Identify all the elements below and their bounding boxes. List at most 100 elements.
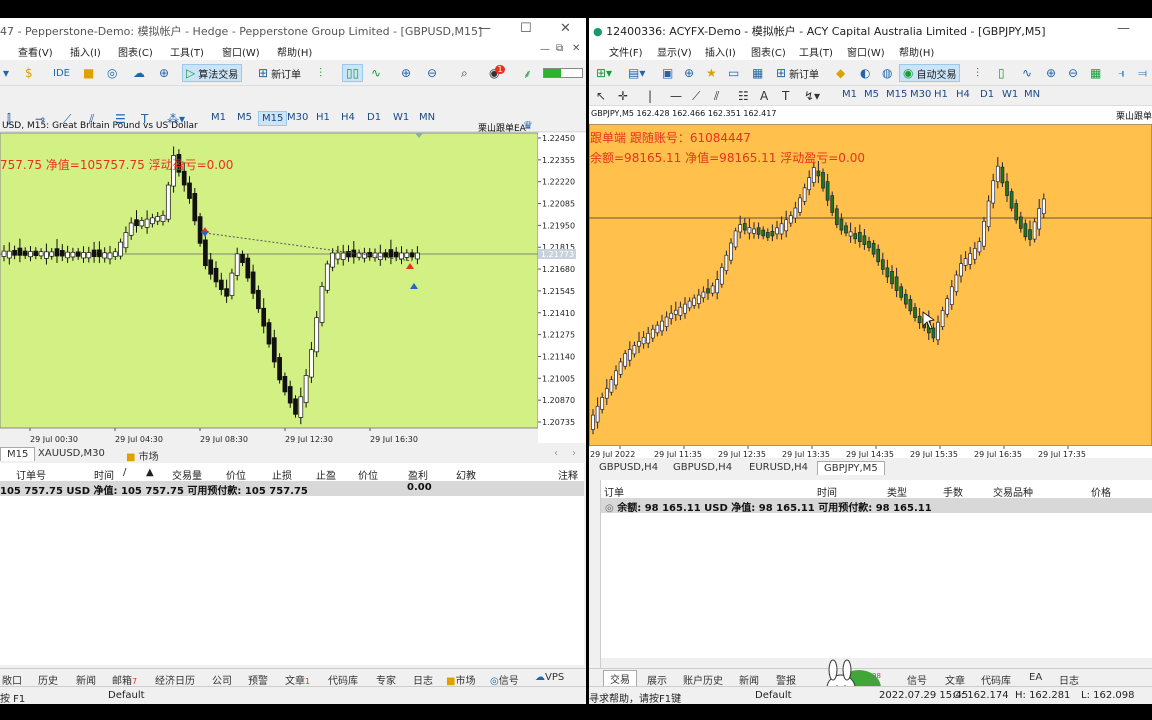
terminal-tab-exposure[interactable]: 展示: [647, 672, 667, 687]
navigator-icon[interactable]: ★: [703, 64, 720, 82]
market-watch-icon[interactable]: ▣: [659, 64, 676, 82]
right-col-lots[interactable]: 手数: [943, 484, 963, 499]
terminal-tab-alerts[interactable]: 警报: [776, 672, 796, 687]
toolbox-tab-alerts[interactable]: 预警: [248, 672, 268, 687]
metaeditor-icon[interactable]: ◆: [833, 64, 848, 82]
menu-tools-right[interactable]: 工具(T): [799, 44, 833, 59]
chart-tab-m15[interactable]: M15: [0, 447, 36, 461]
auto-trading-button[interactable]: ◉ 自动交易: [899, 64, 961, 82]
toolbox-tab-mailbox[interactable]: 邮箱7: [112, 672, 137, 687]
zoom-out-icon[interactable]: ⊖: [424, 64, 440, 82]
right-bar-chart-icon[interactable]: ⫶: [973, 64, 982, 82]
maximize-icon[interactable]: ☐: [520, 21, 532, 36]
market-icon[interactable]: ◐: [857, 64, 873, 82]
toolbox-tab-experts[interactable]: 专家: [376, 672, 396, 687]
right-candle-icon[interactable]: ▯: [995, 64, 1008, 82]
cloud-icon[interactable]: ☁: [130, 64, 148, 82]
new-order-button[interactable]: ⊞ 新订单: [255, 64, 304, 82]
globe-icon[interactable]: ⊕: [156, 64, 172, 82]
mdi-close-icon[interactable]: ✕: [572, 43, 580, 54]
right-col-order[interactable]: 订单: [604, 484, 624, 499]
col-profit[interactable]: 盈利: [408, 467, 428, 482]
zoom-in-icon[interactable]: ⊕: [398, 64, 414, 82]
terminal-tab-signals[interactable]: 信号: [907, 672, 927, 687]
ide-button[interactable]: IDE: [50, 64, 73, 82]
signals-globe-icon[interactable]: ◍: [879, 64, 895, 82]
terminal-side-strip[interactable]: [589, 480, 601, 684]
right-tf-w1[interactable]: W1: [999, 88, 1021, 101]
menu-help[interactable]: 帮助(H): [277, 44, 312, 59]
profiles-icon[interactable]: ▤▾: [625, 64, 648, 82]
right-tf-h4[interactable]: H4: [953, 88, 973, 101]
data-window-icon[interactable]: ⊕: [681, 64, 697, 82]
menu-tools[interactable]: 工具(T): [170, 44, 204, 59]
terminal-tab-articles[interactable]: 文章: [945, 672, 965, 687]
right-tf-m1[interactable]: M1: [839, 88, 860, 101]
algo-trading-button[interactable]: ▷ 算法交易: [182, 64, 243, 82]
menu-help-right[interactable]: 帮助(H): [899, 44, 934, 59]
toolbox-tab-exposure[interactable]: 敞口: [2, 672, 22, 687]
toolbox-tab-vps[interactable]: ☁VPS: [535, 672, 564, 683]
terminal-tab-journal[interactable]: 日志: [1059, 672, 1079, 687]
right-trendline-icon[interactable]: ⟋: [689, 87, 703, 105]
tile-icon[interactable]: ▦: [1087, 64, 1104, 82]
menu-insert[interactable]: 插入(I): [70, 44, 101, 59]
right-zoom-out-icon[interactable]: ⊖: [1065, 64, 1081, 82]
menu-window[interactable]: 窗口(W): [222, 44, 260, 59]
right-tf-m5[interactable]: M5: [861, 88, 882, 101]
candle-chart-icon[interactable]: ▯▯: [342, 64, 364, 82]
right-vline-icon[interactable]: |: [645, 87, 655, 105]
toolbox-tab-calendar[interactable]: 经济日历: [155, 672, 195, 687]
menu-window-right[interactable]: 窗口(W): [847, 44, 885, 59]
toolbox-tab-articles[interactable]: 文章1: [285, 672, 310, 687]
menu-view[interactable]: 查看(V): [18, 44, 53, 59]
new-chart-icon[interactable]: ⊞▾: [593, 64, 615, 82]
toolbox-tab-history[interactable]: 历史: [38, 672, 58, 687]
col-price[interactable]: 价位: [226, 467, 246, 482]
terminal-tab-ea[interactable]: EA: [1029, 672, 1042, 683]
crosshair-icon[interactable]: ✛: [615, 87, 631, 105]
line-chart-icon[interactable]: ∿: [368, 64, 384, 82]
indicator-icon[interactable]: ⸙: [520, 64, 535, 82]
menu-file[interactable]: 文件(F): [609, 44, 643, 59]
toolbox-tab-journal[interactable]: 日志: [413, 672, 433, 687]
col-time[interactable]: 时间: [94, 467, 114, 482]
right-arrows-icon[interactable]: ↯▾: [801, 87, 823, 105]
right-col-symbol[interactable]: 交易品种: [993, 484, 1033, 499]
tester-icon[interactable]: ▦: [749, 64, 766, 82]
notifications-icon[interactable]: ◉ 1: [486, 64, 508, 82]
cursor-icon[interactable]: ↖: [593, 87, 609, 105]
autoscroll-icon[interactable]: ⫣: [1115, 64, 1128, 82]
left-price-chart[interactable]: 1.22450 1.22355 1.22220 1.22085 1.21950 1.218…: [0, 115, 586, 443]
right-chart-tab-eurusd[interactable]: EURUSD,H4: [743, 461, 814, 474]
right-line-icon[interactable]: ∿: [1019, 64, 1035, 82]
right-tf-h1[interactable]: H1: [931, 88, 951, 101]
right-label-icon[interactable]: T: [779, 87, 792, 105]
terminal-tab-history[interactable]: 账户历史: [683, 672, 723, 687]
right-chart-tab-gbpusd-1[interactable]: GBPUSD,H4: [593, 461, 664, 474]
close-icon[interactable]: ✕: [560, 21, 571, 36]
dollar-icon[interactable]: $: [22, 64, 36, 82]
menu-display[interactable]: 显示(V): [657, 44, 692, 59]
search-icon[interactable]: ⌕: [458, 64, 471, 82]
right-zoom-in-icon[interactable]: ⊕: [1043, 64, 1059, 82]
col-volume[interactable]: 交易量: [172, 467, 202, 482]
right-price-chart[interactable]: 29 Jul 2022 29 Jul 11:35 29 Jul 12:35 29 Ju…: [589, 106, 1152, 458]
menu-chart-right[interactable]: 图表(C): [751, 44, 786, 59]
chart-tab-market[interactable]: ■ 市场: [120, 447, 165, 464]
right-col-price[interactable]: 价格: [1091, 484, 1111, 499]
toolbox-tab-codebase[interactable]: 代码库: [328, 672, 358, 687]
col-tp[interactable]: 止盈: [316, 467, 336, 482]
col-order[interactable]: 订单号: [16, 467, 46, 482]
menu-chart[interactable]: 图表(C): [118, 44, 153, 59]
minimize-icon[interactable]: —: [478, 21, 491, 36]
terminal-tab-trade[interactable]: 交易: [603, 670, 637, 687]
right-channel-icon[interactable]: ⫽: [711, 87, 722, 105]
signal-icon[interactable]: ◎: [104, 64, 120, 82]
right-chart-tab-gbpjpy[interactable]: GBPJPY,M5: [817, 461, 885, 475]
right-tf-d1[interactable]: D1: [977, 88, 997, 101]
toolbox-tab-market[interactable]: ■市场: [446, 672, 475, 687]
terminal-tab-news[interactable]: 新闻: [739, 672, 759, 687]
tab-scroll-right-icon[interactable]: ›: [566, 447, 582, 460]
terminal-icon[interactable]: ▭: [725, 64, 742, 82]
